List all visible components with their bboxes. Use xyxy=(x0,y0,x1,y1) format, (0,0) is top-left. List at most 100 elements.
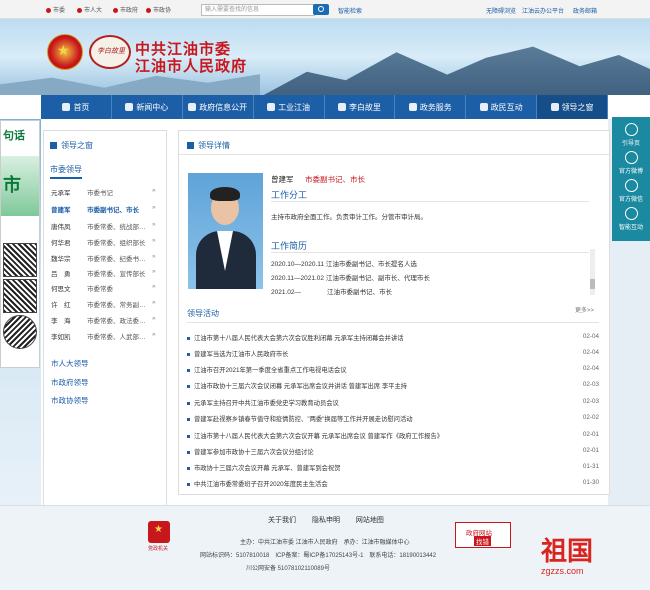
activity-item[interactable]: 江油市第十八届人民代表大会第六次会议开幕 元承军出席会议 曾建军作《政府工作报告… xyxy=(187,431,599,440)
leader-title: 市委副书记、市长 xyxy=(305,175,365,184)
leader-item[interactable]: 元承军 市委书记» xyxy=(51,187,156,197)
leader-item[interactable]: 魏华宗 市委常委、纪委书…» xyxy=(51,253,156,263)
side-panel: 引导页 官方微博 官方微信 智能互动 xyxy=(612,117,650,241)
watermark-logo: 祖国 xyxy=(541,537,594,566)
duty-text: 主持市政府全面工作。负责审计工作。分管市审计局。 xyxy=(271,214,427,221)
site-title-line2: 江油市人民政府 xyxy=(135,59,248,75)
activity-heading: 领导活动 xyxy=(187,309,219,318)
link-congress-leaders[interactable]: 市人大领导 xyxy=(51,358,89,369)
topbar-link-congress[interactable]: 市人大 xyxy=(77,5,102,14)
advanced-search-link[interactable]: 智能检索 xyxy=(338,6,362,15)
industry-icon xyxy=(267,103,276,111)
divider xyxy=(179,154,609,155)
floating-ad[interactable]: 句话 市 xyxy=(0,120,40,368)
leader-item[interactable]: 吕 勇市委常委、宣传部长» xyxy=(51,268,156,278)
footer-link-about[interactable]: 关于我们 xyxy=(268,517,296,524)
footer-link-privacy[interactable]: 隐私申明 xyxy=(312,517,340,524)
footer-link-sitemap[interactable]: 网站地图 xyxy=(356,517,384,524)
side-wechat-button[interactable]: 官方微信 xyxy=(612,179,650,203)
leader-icon xyxy=(550,103,559,111)
cloud-office-link[interactable]: 江油云办公平台 xyxy=(522,6,564,15)
weibo-icon xyxy=(624,151,638,164)
watermark-site: zgzzs.com xyxy=(541,566,584,576)
resume-line: 2020.11—2021.02 江油市委副书记、副市长、代理市长 xyxy=(271,275,430,282)
ad-text: 句话 xyxy=(3,130,25,142)
side-weibo-button[interactable]: 官方微博 xyxy=(612,151,650,175)
info-icon xyxy=(188,103,197,111)
badge-label: 党政机关 xyxy=(148,546,169,552)
leader-detail-panel: 领导详情 曾建军 市委副书记、市长 工作分工 主持市政府全面工作。负责审计工作。… xyxy=(178,130,610,495)
activity-item[interactable]: 曾建军参加市政协十三届六次会议分组讨论 02-01 xyxy=(187,447,599,456)
nav-item-industry[interactable]: 工业江油 xyxy=(254,95,325,119)
activity-item[interactable]: 中共江油市委常委班子召开2020年度民主生活会 01-30 xyxy=(187,479,599,488)
more-link[interactable]: 更多>> xyxy=(575,305,594,314)
nav-item-leaders[interactable]: 领导之窗 xyxy=(537,95,608,119)
news-icon xyxy=(125,103,134,111)
leader-photo xyxy=(188,173,263,289)
resume-line: 2021.02— 江油市委副书记、市长 xyxy=(271,289,392,296)
nav-item-interaction[interactable]: 政民互动 xyxy=(466,95,538,119)
subheading-party-leaders[interactable]: 市委领导 xyxy=(50,164,82,179)
activity-item[interactable]: 江油市政协十三届六次会议闭幕 元承军出席会议并讲话 曾建军出席 李平主持 02-0… xyxy=(187,381,599,390)
leader-item-selected[interactable]: 曾建军 市委副书记、市长» xyxy=(51,204,156,214)
footer-sponsor: 主办：中共江油市委 江油市人民政府 承办：江油市融媒体中心 xyxy=(240,540,410,546)
leader-item[interactable]: 李如凯 市委常委、人武部…» xyxy=(51,331,156,341)
service-icon xyxy=(408,103,417,111)
guide-icon xyxy=(624,123,638,136)
leader-item[interactable]: 许 红市委常委、常务副…» xyxy=(51,299,156,309)
nav-item-news[interactable]: 新闻中心 xyxy=(112,95,183,119)
emblem-icon xyxy=(113,7,118,13)
topbar-link-government[interactable]: 市政府 xyxy=(113,5,138,14)
link-cppcc-leaders[interactable]: 市政协领导 xyxy=(51,395,89,406)
party-gov-badge[interactable] xyxy=(148,521,170,543)
national-emblem-icon xyxy=(47,34,83,70)
activity-item[interactable]: 曾建军赴视察乡镇春节值守和疫情防控、"两委"换届等工作并开展走访慰问活动 02-0… xyxy=(187,414,599,423)
leader-item[interactable]: 唐伟凤 市委常委、统战部…» xyxy=(51,221,156,231)
nav-item-culture[interactable]: 李白故里 xyxy=(325,95,396,119)
culture-icon xyxy=(337,103,346,111)
panel-heading: 领导之窗 xyxy=(50,140,93,151)
list-icon xyxy=(187,142,194,150)
nav-item-info[interactable]: 政府信息公开 xyxy=(183,95,254,119)
leader-item[interactable]: 何思文 市委常委» xyxy=(51,283,156,293)
emblem-icon xyxy=(46,7,51,13)
topbar-link-cppcc[interactable]: 市政协 xyxy=(146,5,171,14)
nav-item-home[interactable]: 首页 xyxy=(41,95,112,119)
divider xyxy=(271,252,589,253)
leader-item[interactable]: 何华君 市委常委、组织部长» xyxy=(51,237,156,247)
activity-item[interactable]: 江油市第十八届人民代表大会第六次会议胜利闭幕 元承军主持闭幕会并讲话 02-04 xyxy=(187,333,599,342)
qr-code-icon xyxy=(3,243,37,277)
mountain-graphic xyxy=(260,46,650,95)
top-bar: 市委 市人大 市政府 市政协 输入需要查找的信息 智能检索 无障碍浏览 江油云办… xyxy=(0,0,650,19)
resume-scrollbar[interactable] xyxy=(590,249,595,295)
search-button[interactable] xyxy=(313,4,329,15)
activity-item[interactable]: 元承军主持召开中共江油市委党史学习教育动员会议 02-03 xyxy=(187,398,599,407)
accessibility-link[interactable]: 无障碍浏览 xyxy=(486,6,516,15)
topbar-link-party[interactable]: 市委 xyxy=(46,5,65,14)
side-guide-button[interactable]: 引导页 xyxy=(612,123,650,147)
list-icon xyxy=(50,142,57,150)
activity-item[interactable]: 市政协十三届六次会议开幕 元承军、曾建军到会祝贺 01-31 xyxy=(187,463,599,472)
ad-text: 市 xyxy=(3,175,21,195)
nav-item-service[interactable]: 政务服务 xyxy=(395,95,467,119)
leader-name: 曾建军 xyxy=(271,175,294,184)
footer-links: 关于我们 隐私申明 网站地图 xyxy=(268,515,398,525)
divider xyxy=(271,201,589,202)
panel-heading: 领导详情 xyxy=(187,140,230,151)
city-logo: 李白故里 xyxy=(89,35,131,69)
emblem-icon xyxy=(146,7,151,13)
side-chat-button[interactable]: 智能互动 xyxy=(612,207,650,231)
qr-code-icon xyxy=(3,315,37,349)
leader-item[interactable]: 李 海市委常委、政法委…» xyxy=(51,315,156,325)
divider xyxy=(187,322,599,323)
resume-heading: 工作简历 xyxy=(271,241,308,251)
footer-police-record[interactable]: 川公网安备 51078102110089号 xyxy=(246,563,330,572)
activity-item[interactable]: 曾建军当选为江油市人民政府市长 02-04 xyxy=(187,349,599,358)
activity-item[interactable]: 江油市召开2021年第一季度全省重点工作电视电话会议 02-04 xyxy=(187,365,599,374)
main-nav: 首页 新闻中心 政府信息公开 工业江油 李白故里 政务服务 政民互动 领导之窗 xyxy=(41,95,608,119)
report-error-badge[interactable]: 政府网站 找错 xyxy=(455,522,511,548)
link-government-leaders[interactable]: 市政府领导 xyxy=(51,377,89,388)
gov-mail-link[interactable]: 政务邮箱 xyxy=(573,6,597,15)
leader-list-panel: 领导之窗 市委领导 元承军 市委书记» 曾建军 市委副书记、市长» 唐伟凤 市委常委、… xyxy=(43,130,167,510)
search-input[interactable]: 输入需要查找的信息 xyxy=(201,4,315,16)
